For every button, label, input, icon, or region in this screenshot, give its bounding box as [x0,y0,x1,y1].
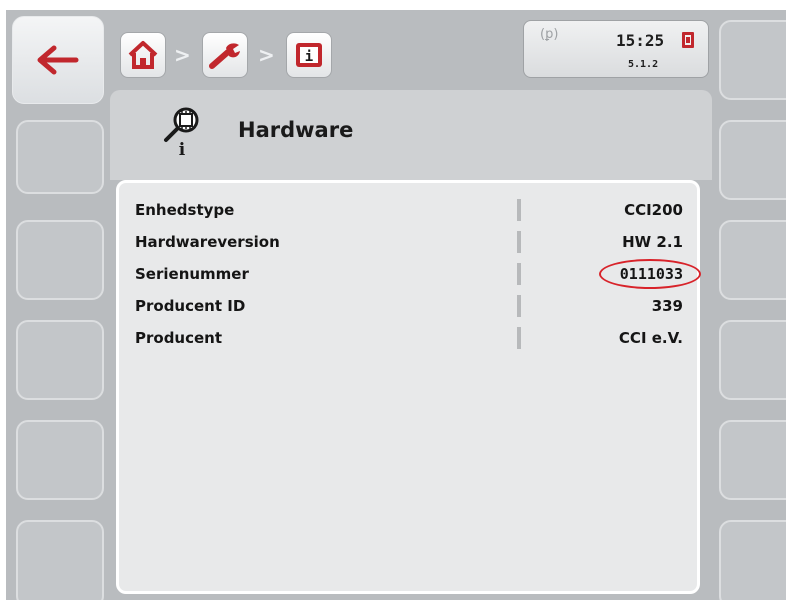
list-item-device-type: Enhedstype CCI200 [135,195,683,227]
softkey-left-6[interactable] [16,520,104,600]
softkey-left-2[interactable] [16,120,104,194]
softkey-left-3[interactable] [16,220,104,300]
row-label: Producent [135,329,223,347]
breadcrumb-info-button[interactable]: i [286,32,332,78]
row-value: CCI e.V. [618,329,683,347]
breadcrumb-separator: > [174,43,191,67]
svg-text:i: i [179,140,186,157]
softkey-right-4[interactable] [719,320,786,400]
softkey-left-4[interactable] [16,320,104,400]
back-button[interactable] [12,16,104,104]
row-label: Serienummer [135,265,249,283]
terminal-screen: > > i (ꝑ) 15:25 5.1.2 i Hardware Enhedst… [6,10,786,600]
highlight-circle [599,259,701,289]
signal-icon: (ꝑ) [540,27,559,42]
column-divider [517,199,521,221]
row-value: HW 2.1 [622,233,683,251]
column-divider [517,295,521,317]
row-value: CCI200 [624,201,683,219]
breadcrumb-home-button[interactable] [120,32,166,78]
list-item-manufacturer: Producent CCI e.V. [135,323,683,355]
softkey-right-6[interactable] [719,520,786,600]
wrench-icon [209,43,240,69]
svg-text:i: i [305,49,313,65]
breadcrumb-settings-button[interactable] [202,32,248,78]
breadcrumb-separator: > [258,43,275,67]
softkey-right-2[interactable] [719,120,786,200]
softkey-right-5[interactable] [719,420,786,500]
software-version: 5.1.2 [628,59,659,70]
row-label: Hardwareversion [135,233,280,251]
arrow-left-icon [37,45,79,75]
row-value: 339 [651,297,683,315]
list-item-manufacturer-id: Producent ID 339 [135,291,683,323]
info-terminal-icon: i [296,43,322,67]
softkey-left-5[interactable] [16,420,104,500]
row-label: Producent ID [135,297,246,315]
document-icon [682,32,694,48]
clock-time: 15:25 [616,31,665,50]
hardware-info-list: Enhedstype CCI200 Hardwareversion HW 2.1… [116,180,701,594]
page-title: Hardware [238,118,354,142]
column-divider [517,263,521,285]
column-divider [517,327,521,349]
softkey-right-1[interactable] [719,20,786,100]
title-panel: i Hardware [110,90,712,180]
list-item-serial-number: Serienummer 0111033 [135,259,701,291]
home-icon [128,41,158,69]
list-item-hardware-version: Hardwareversion HW 2.1 [135,227,683,259]
hardware-info-icon: i [164,107,199,157]
row-label: Enhedstype [135,201,235,219]
status-panel: (ꝑ) 15:25 5.1.2 [523,20,709,78]
softkey-right-3[interactable] [719,220,786,300]
column-divider [517,231,521,253]
